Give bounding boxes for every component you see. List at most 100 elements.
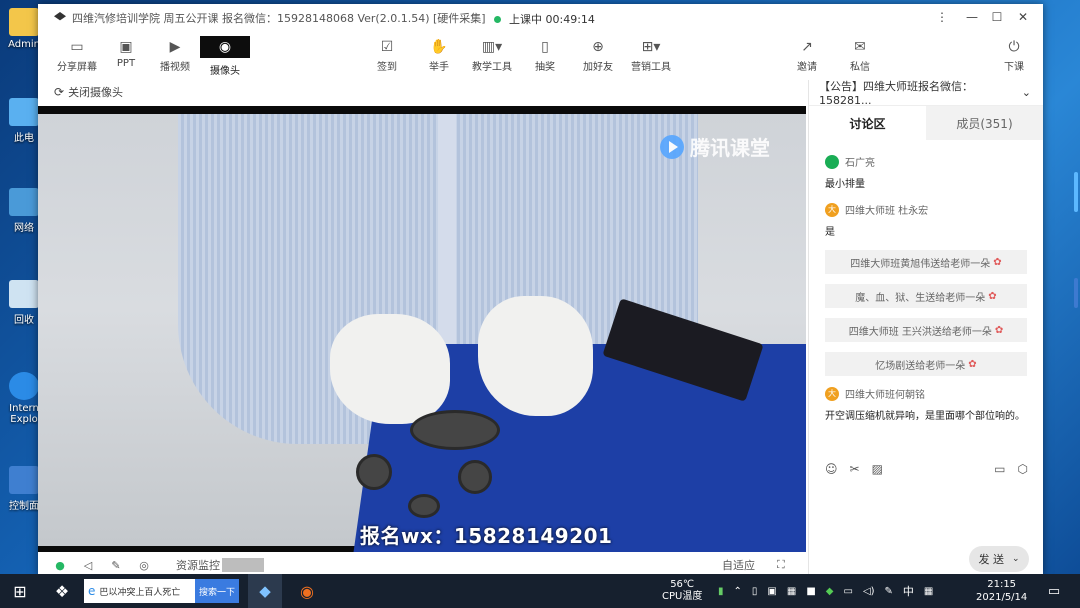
scissors-icon[interactable]: ✂: [850, 462, 860, 476]
pen-icon[interactable]: ✎: [110, 559, 122, 572]
desktop-icon-label: 回收: [14, 315, 34, 326]
message-text: 开空调压缩机就异响，是里面哪个部位响的。: [825, 411, 1025, 422]
end-class-button[interactable]: ⏻ 下课: [989, 36, 1039, 73]
compressor-part-shape: [408, 494, 440, 518]
share-screen-button[interactable]: ▭ 分享屏幕: [52, 36, 102, 73]
maximize-button[interactable]: ☐: [989, 10, 1005, 24]
fullscreen-icon[interactable]: ⛶: [777, 558, 785, 572]
comment-icon[interactable]: ▭: [994, 462, 1005, 476]
announcement-bar[interactable]: 【公告】四维大师班报名微信： 158281... ⌄: [809, 80, 1043, 107]
location-icon[interactable]: ◎: [138, 559, 150, 572]
internet-explorer-icon: e: [88, 584, 96, 598]
chevron-down-icon[interactable]: ⌄: [1012, 554, 1020, 564]
chat-message-header: 大 四维大师班何朝铭: [825, 386, 1027, 401]
fit-mode-button[interactable]: 自适应: [722, 557, 755, 573]
private-message-button[interactable]: ✉ 私信: [835, 36, 885, 73]
volume-icon[interactable]: ◁): [863, 586, 875, 597]
raise-hand-button[interactable]: ✋ 举手: [414, 36, 464, 73]
camera-feed: 腾讯课堂 报名wx：15828149201: [38, 114, 806, 552]
search-button[interactable]: 搜索一下: [194, 579, 239, 603]
image-icon[interactable]: ▨: [872, 462, 883, 476]
flower-icon: ✿: [994, 324, 1004, 336]
tool-label: 私信: [850, 62, 870, 73]
bottom-bar: ● ◁ ✎ ◎ 资源监控 自适应 ⛶: [38, 554, 806, 576]
microphone-icon[interactable]: ●: [54, 559, 66, 572]
compressor-part-shape: [410, 410, 500, 450]
speaker-icon[interactable]: ◁: [82, 559, 94, 572]
resource-monitor-bar: [222, 558, 264, 572]
emoji-icon[interactable]: ☺: [825, 462, 838, 476]
tray-app-icon[interactable]: ▦: [787, 586, 796, 597]
ime-indicator[interactable]: 中: [903, 583, 914, 599]
video-caption: 报名wx：15828149201: [360, 524, 613, 548]
close-button[interactable]: ✕: [1015, 10, 1031, 24]
tab-discussion[interactable]: 讨论区: [809, 106, 926, 140]
tencent-logo-icon: [660, 134, 684, 159]
teaching-tools-button[interactable]: ▥▾ 教学工具: [467, 36, 517, 73]
camera-button[interactable]: ◉: [200, 36, 250, 58]
battery-icon[interactable]: ▮: [718, 586, 724, 597]
camera-label: 摄像头: [210, 66, 240, 77]
network-icon[interactable]: ▭: [843, 586, 852, 597]
invite-button[interactable]: ↗ 邀请: [782, 36, 832, 73]
edge-indicator: [1074, 172, 1078, 212]
tab-members[interactable]: 成员(351): [926, 106, 1043, 140]
wechat-avatar-icon: [825, 154, 839, 169]
resource-monitor-label[interactable]: 资源监控: [176, 557, 220, 573]
play-video-button[interactable]: ▶ 播视频: [150, 36, 200, 73]
gift-notice: 四维大师班黄旭伟送给老师一朵 ✿: [825, 250, 1027, 274]
ppt-button[interactable]: ▣ PPT: [101, 36, 151, 69]
gift-text: 魔、血、狱、生送给老师一朵: [855, 292, 986, 304]
compressor-part-shape: [458, 460, 492, 494]
send-button[interactable]: 发 送 ⌄: [969, 546, 1029, 572]
send-label: 发 送: [978, 553, 1004, 566]
clock[interactable]: 21:15 2021/5/14: [976, 574, 1027, 608]
tray-app-icon[interactable]: ◆: [826, 586, 834, 597]
tencent-watermark: 腾讯课堂: [660, 132, 770, 161]
tray-app-icon[interactable]: ▣: [767, 586, 776, 597]
keyboard-icon[interactable]: ▦: [924, 586, 933, 597]
app-icon[interactable]: ❖: [50, 574, 74, 608]
ppt-icon: ▣: [119, 39, 133, 55]
network-icon: [9, 188, 39, 216]
windows-start-icon[interactable]: ⊞: [8, 574, 32, 608]
tool-label: 教学工具: [472, 62, 512, 73]
desktop-icon-label: Intern Explo: [9, 403, 39, 425]
side-panel: 【公告】四维大师班报名微信： 158281... ⌄ 讨论区 成员(351) 石…: [808, 80, 1043, 576]
add-friend-button[interactable]: ⊕ 加好友: [573, 36, 623, 73]
tray-app-icon[interactable]: ■: [806, 586, 815, 597]
message-icon: ✉: [854, 39, 866, 55]
refresh-icon: ⟳: [54, 85, 65, 99]
pen-icon[interactable]: ✎: [885, 586, 893, 597]
settings-icon[interactable]: ⬡: [1018, 462, 1028, 476]
marketing-tools-button[interactable]: ⊞▾ 营销工具: [626, 36, 676, 73]
tool-label: 加好友: [583, 62, 613, 73]
panel-tabs: 讨论区 成员(351): [809, 106, 1043, 140]
chat-toolbar: ☺ ✂ ▨ ▭ ⬡: [825, 462, 1028, 476]
classroom-taskbar-icon[interactable]: ◆: [248, 574, 282, 608]
checkin-icon: ☑: [380, 39, 394, 55]
chevron-up-icon[interactable]: ⌃: [734, 586, 742, 597]
lottery-button[interactable]: ▯ 抽奖: [520, 36, 570, 73]
notification-icon[interactable]: ▭: [1044, 574, 1064, 608]
video-stage[interactable]: 腾讯课堂 报名wx：15828149201: [38, 106, 806, 552]
more-menu-button[interactable]: ⋮: [934, 10, 950, 24]
cpu-temp: 56℃ CPU温度: [662, 574, 702, 608]
close-camera-link[interactable]: 关闭摄像头: [68, 84, 123, 100]
message-text: 最小排量: [825, 179, 865, 190]
video-icon: ▶: [169, 39, 181, 55]
clock-date: 2021/5/14: [976, 592, 1028, 603]
add-friend-icon: ⊕: [592, 39, 604, 55]
tray-app-icon[interactable]: ▯: [752, 586, 758, 597]
chevron-down-icon[interactable]: ⌄: [1022, 86, 1031, 99]
live-dot-icon: [494, 15, 501, 23]
checkin-button[interactable]: ☑ 签到: [362, 36, 412, 73]
tool-label: 播视频: [160, 62, 190, 73]
taskbar-search[interactable]: e 巴以冲突上百人死亡 搜索一下: [84, 579, 239, 603]
recording-app-icon[interactable]: ◉: [290, 574, 324, 608]
minimize-button[interactable]: —: [964, 10, 980, 24]
desktop-icon-label: Admin: [8, 39, 40, 50]
invite-icon: ↗: [801, 39, 813, 55]
tool-label: 分享屏幕: [57, 62, 97, 73]
tool-label: 下课: [1004, 62, 1024, 73]
